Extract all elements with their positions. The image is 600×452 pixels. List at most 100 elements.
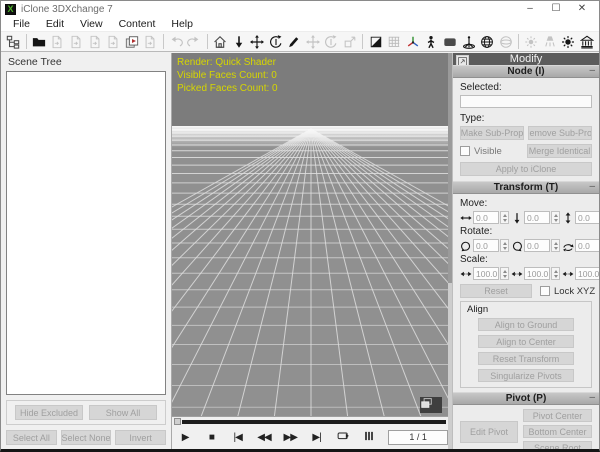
singularize-pivots-button[interactable]: Singularize Pivots xyxy=(478,369,574,382)
edit-pivot-button[interactable]: Edit Pivot xyxy=(460,421,518,443)
open-file-icon[interactable] xyxy=(30,33,49,51)
first-frame-button[interactable]: |◀ xyxy=(225,432,251,443)
stage-icon[interactable] xyxy=(578,33,597,51)
show-all-button[interactable]: Show All xyxy=(89,405,157,420)
update-to-iclone-icon[interactable] xyxy=(141,33,160,51)
scene-tree-icon[interactable] xyxy=(4,33,23,51)
toolbar-separator xyxy=(26,34,27,49)
select-all-button[interactable]: Select All xyxy=(6,430,57,445)
export-fbx-icon[interactable] xyxy=(48,33,67,51)
move-x-spinner[interactable] xyxy=(500,211,509,224)
spot-light-icon[interactable] xyxy=(541,33,560,51)
orbit-camera-icon[interactable] xyxy=(266,33,285,51)
pan-camera-icon[interactable] xyxy=(248,33,267,51)
loop-button[interactable] xyxy=(330,430,356,445)
scene-root-button[interactable]: Scene Root xyxy=(523,441,592,449)
scale-x-field[interactable]: 100.0 xyxy=(473,267,499,280)
bottom-center-button[interactable]: Bottom Center xyxy=(523,425,592,438)
viewport-3d[interactable]: Render: Quick Shader Visible Faces Count… xyxy=(172,53,448,420)
scale-tool-icon[interactable] xyxy=(341,33,360,51)
rotate-tool-icon[interactable] xyxy=(322,33,341,51)
directional-light-icon[interactable] xyxy=(559,33,578,51)
move-z-field[interactable]: 0.0 xyxy=(575,211,599,224)
selected-node-field[interactable] xyxy=(460,95,592,108)
menu-view[interactable]: View xyxy=(72,18,111,30)
axis-gizmo-icon[interactable] xyxy=(404,33,423,51)
redo-icon[interactable] xyxy=(185,33,204,51)
maximize-button[interactable]: ☐ xyxy=(543,2,569,16)
fast-forward-button[interactable]: ▶▶ xyxy=(277,432,303,443)
scene-tree-panel: Scene Tree Hide Excluded Show All Select… xyxy=(1,53,172,449)
collapse-pivot-icon[interactable]: – xyxy=(589,392,595,403)
world-globe-icon[interactable] xyxy=(478,33,497,51)
menu-edit[interactable]: Edit xyxy=(38,18,72,30)
panel-scrollbar[interactable] xyxy=(448,53,453,449)
timeline[interactable] xyxy=(172,417,448,426)
invert-button[interactable]: Invert xyxy=(115,430,166,445)
zoom-extents-icon[interactable] xyxy=(229,33,248,51)
menu-content[interactable]: Content xyxy=(111,18,164,30)
frame-mode-icon[interactable] xyxy=(356,430,382,445)
lock-xyz-checkbox[interactable] xyxy=(540,286,550,296)
reset-button[interactable]: Reset xyxy=(460,284,532,298)
viewport-layout-button[interactable] xyxy=(420,397,442,413)
scene-tree-list[interactable] xyxy=(6,71,166,395)
scale-label: Scale: xyxy=(460,254,592,265)
move-y-field[interactable]: 0.0 xyxy=(524,211,550,224)
collapse-node-icon[interactable]: – xyxy=(589,65,595,76)
merge-identical-button[interactable]: Merge Identical xyxy=(527,144,592,158)
rewind-button[interactable]: ◀◀ xyxy=(251,432,277,443)
export-3ds-icon[interactable] xyxy=(104,33,123,51)
character-icon[interactable] xyxy=(422,33,441,51)
point-light-icon[interactable] xyxy=(522,33,541,51)
rotate-y-field[interactable]: 0.0 xyxy=(524,239,550,252)
undo-icon[interactable] xyxy=(167,33,186,51)
hide-excluded-button[interactable]: Hide Excluded xyxy=(15,405,83,420)
rotate-y-spinner[interactable] xyxy=(551,239,560,252)
rotate-x-field[interactable]: 0.0 xyxy=(473,239,499,252)
close-button[interactable]: ✕ xyxy=(569,2,595,16)
rotate-z-field[interactable]: 0.0 xyxy=(575,239,599,252)
last-frame-button[interactable]: ▶| xyxy=(303,432,329,443)
panel-scrollbar-thumb[interactable] xyxy=(448,53,452,283)
scale-y-field[interactable]: 100.0 xyxy=(524,267,550,280)
grid-toggle-icon[interactable] xyxy=(385,33,404,51)
minimize-button[interactable]: – xyxy=(517,2,543,16)
camera-sphere-icon[interactable] xyxy=(496,33,515,51)
move-tool-icon[interactable] xyxy=(304,33,323,51)
export-obj-icon[interactable] xyxy=(67,33,86,51)
node-section-title: Node (I) xyxy=(453,66,599,77)
shade-mode-icon[interactable] xyxy=(366,33,385,51)
play-button[interactable]: ▶ xyxy=(172,432,198,443)
align-to-ground-button[interactable]: Align to Ground xyxy=(478,318,574,331)
scale-x-spinner[interactable] xyxy=(500,267,509,280)
collapse-transform-icon[interactable]: – xyxy=(589,181,595,192)
home-view-icon[interactable] xyxy=(211,33,230,51)
reset-transform-button[interactable]: Reset Transform xyxy=(478,352,574,365)
timeline-handle[interactable] xyxy=(174,418,181,425)
menu-help[interactable]: Help xyxy=(163,18,201,30)
transform-section-header[interactable]: Transform (T) – xyxy=(453,181,599,194)
select-none-button[interactable]: Select None xyxy=(61,430,112,445)
timeline-track[interactable] xyxy=(182,420,446,424)
export-bvh-icon[interactable] xyxy=(85,33,104,51)
stop-button[interactable]: ■ xyxy=(198,432,224,443)
scale-y-spinner[interactable] xyxy=(551,267,560,280)
zoom-camera-icon[interactable] xyxy=(285,33,304,51)
visible-checkbox[interactable] xyxy=(460,146,470,156)
make-sub-prop-button[interactable]: Make Sub-Prop xyxy=(460,126,524,140)
move-x-field[interactable]: 0.0 xyxy=(473,211,499,224)
apply-to-iclone-button[interactable]: Apply to iClone xyxy=(460,162,592,176)
node-section-header[interactable]: Node (I) – xyxy=(453,65,599,78)
pivot-marker-icon[interactable] xyxy=(459,33,478,51)
rotate-x-spinner[interactable] xyxy=(500,239,509,252)
move-y-spinner[interactable] xyxy=(551,211,560,224)
menu-file[interactable]: File xyxy=(5,18,38,30)
apply-to-iclone-icon[interactable] xyxy=(122,33,141,51)
image-plane-icon[interactable] xyxy=(441,33,460,51)
remove-sub-prop-button[interactable]: Remove Sub-Prop xyxy=(528,126,592,140)
align-to-center-button[interactable]: Align to Center xyxy=(478,335,574,348)
scale-z-field[interactable]: 100.0 xyxy=(575,267,599,280)
pivot-center-button[interactable]: Pivot Center xyxy=(523,409,592,422)
pivot-section-header[interactable]: Pivot (P) – xyxy=(453,392,599,405)
